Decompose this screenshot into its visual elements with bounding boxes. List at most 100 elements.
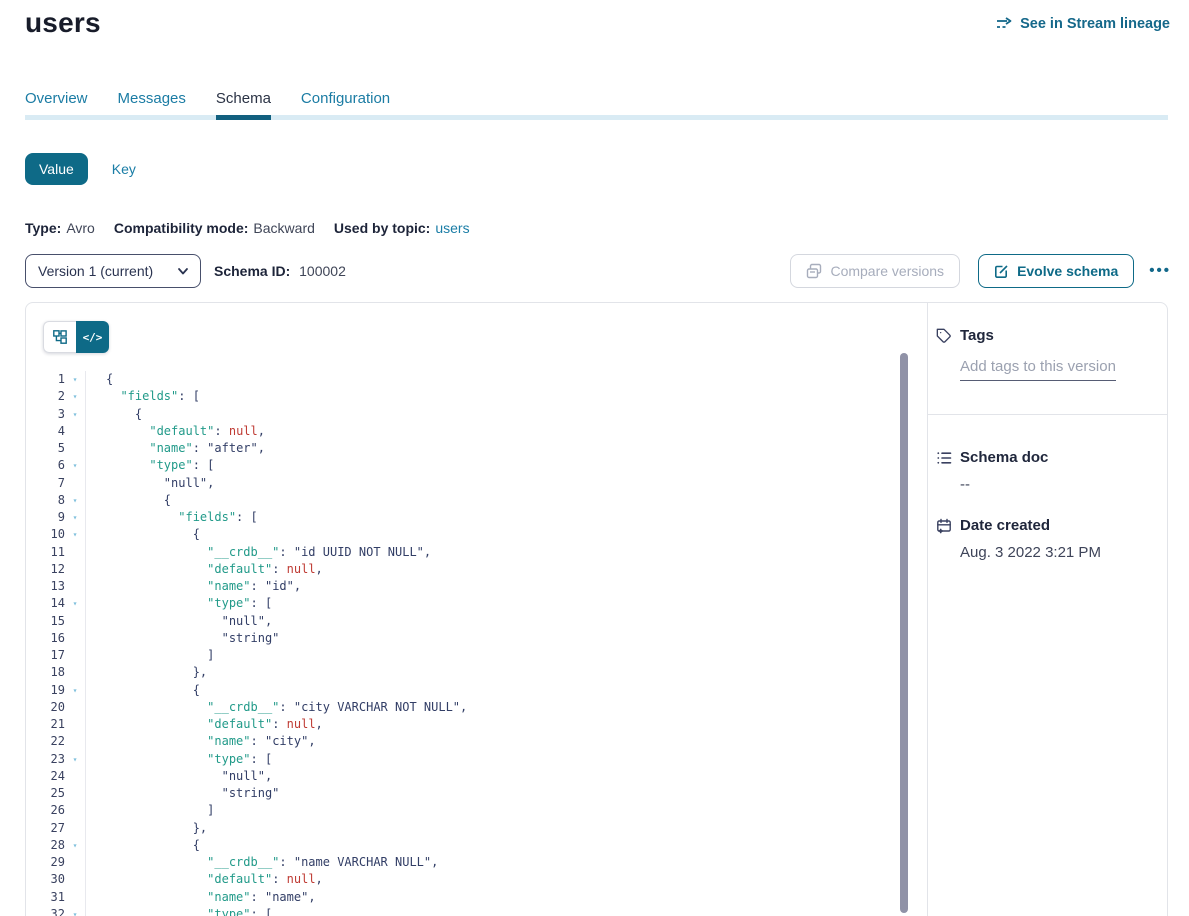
fold-arrow-icon xyxy=(65,802,85,819)
fold-arrow-icon[interactable]: ▾ xyxy=(65,371,85,388)
fold-arrow-icon[interactable]: ▾ xyxy=(65,492,85,509)
code-line: 32▾ "type": [ xyxy=(26,906,927,916)
code-line: 4 "default": null, xyxy=(26,423,927,440)
type-label: Type: xyxy=(25,220,61,236)
line-number: 23 xyxy=(26,751,65,768)
fold-arrow-icon xyxy=(65,647,85,664)
code-line: 27 }, xyxy=(26,820,927,837)
line-number: 9 xyxy=(26,509,65,526)
fold-arrow-icon[interactable]: ▾ xyxy=(65,388,85,405)
tab-bar: Overview Messages Schema Configuration xyxy=(25,90,390,127)
code-text: "__crdb__": "name VARCHAR NULL", xyxy=(85,854,927,871)
evolve-schema-button[interactable]: Evolve schema xyxy=(978,254,1134,288)
fold-arrow-icon[interactable]: ▾ xyxy=(65,457,85,474)
type-value: Avro xyxy=(66,220,95,236)
code-text: "default": null, xyxy=(85,871,927,888)
line-number: 22 xyxy=(26,733,65,750)
code-text: { xyxy=(85,837,927,854)
add-tags-input[interactable] xyxy=(960,353,1116,381)
tab-configuration[interactable]: Configuration xyxy=(301,90,390,127)
date-created-title: Date created xyxy=(960,517,1050,534)
schema-page: users See in Stream lineage Overview Mes… xyxy=(0,0,1189,916)
fold-arrow-icon[interactable]: ▾ xyxy=(65,509,85,526)
fold-arrow-icon xyxy=(65,475,85,492)
code-text: "type": [ xyxy=(85,751,927,768)
more-options-button[interactable]: ••• xyxy=(1149,254,1171,288)
fold-arrow-icon xyxy=(65,871,85,888)
code-text: "type": [ xyxy=(85,457,927,474)
fold-arrow-icon xyxy=(65,561,85,578)
fold-arrow-icon xyxy=(65,423,85,440)
line-number: 6 xyxy=(26,457,65,474)
fold-arrow-icon[interactable]: ▾ xyxy=(65,526,85,543)
code-line: 20 "__crdb__": "city VARCHAR NOT NULL", xyxy=(26,699,927,716)
code-text: "name": "after", xyxy=(85,440,927,457)
fold-arrow-icon[interactable]: ▾ xyxy=(65,682,85,699)
code-line: 29 "__crdb__": "name VARCHAR NULL", xyxy=(26,854,927,871)
fold-arrow-icon xyxy=(65,440,85,457)
fold-arrow-icon xyxy=(65,613,85,630)
code-text: { xyxy=(85,406,927,423)
code-line: 18 }, xyxy=(26,664,927,681)
fold-arrow-icon[interactable]: ▾ xyxy=(65,751,85,768)
code-text: }, xyxy=(85,820,927,837)
fold-arrow-icon xyxy=(65,664,85,681)
tab-overview[interactable]: Overview xyxy=(25,90,88,127)
line-number: 31 xyxy=(26,889,65,906)
tab-schema[interactable]: Schema xyxy=(216,90,271,127)
compatibility-label: Compatibility mode: xyxy=(114,220,249,236)
code-line: 21 "default": null, xyxy=(26,716,927,733)
line-number: 10 xyxy=(26,526,65,543)
code-text: "default": null, xyxy=(85,423,927,440)
see-in-stream-lineage-link[interactable]: See in Stream lineage xyxy=(996,16,1170,32)
fold-arrow-icon[interactable]: ▾ xyxy=(65,837,85,854)
code-line: 17 ] xyxy=(26,647,927,664)
code-text: "null", xyxy=(85,613,927,630)
line-number: 2 xyxy=(26,388,65,405)
fold-arrow-icon xyxy=(65,544,85,561)
fold-arrow-icon[interactable]: ▾ xyxy=(65,406,85,423)
version-bar: Version 1 (current) Schema ID: 100002 Co… xyxy=(25,254,1171,288)
schema-panel: </> 1▾{2▾ "fields": [3▾ {4 "default": nu… xyxy=(25,302,1168,916)
code-line: 14▾ "type": [ xyxy=(26,595,927,612)
tab-messages[interactable]: Messages xyxy=(118,90,186,127)
code-line: 24 "null", xyxy=(26,768,927,785)
tree-view-button[interactable] xyxy=(43,321,76,353)
line-number: 18 xyxy=(26,664,65,681)
compare-versions-button[interactable]: Compare versions xyxy=(790,254,960,288)
code-line: 28▾ { xyxy=(26,837,927,854)
code-line: 10▾ { xyxy=(26,526,927,543)
code-line: 25 "string" xyxy=(26,785,927,802)
line-number: 32 xyxy=(26,906,65,916)
line-number: 11 xyxy=(26,544,65,561)
tag-icon xyxy=(936,328,952,344)
key-tab-link[interactable]: Key xyxy=(112,161,136,177)
tags-section-header: Tags xyxy=(936,327,994,344)
code-line: 15 "null", xyxy=(26,613,927,630)
code-text: "name": "name", xyxy=(85,889,927,906)
topic-link[interactable]: users xyxy=(435,220,469,236)
code-text: "fields": [ xyxy=(85,509,927,526)
code-text: "string" xyxy=(85,630,927,647)
value-tab-button[interactable]: Value xyxy=(25,153,88,185)
schema-doc-section-header: Schema doc xyxy=(936,449,1048,466)
tab-track xyxy=(25,115,1168,120)
code-line: 16 "string" xyxy=(26,630,927,647)
code-line: 12 "default": null, xyxy=(26,561,927,578)
code-line: 26 ] xyxy=(26,802,927,819)
code-line: 23▾ "type": [ xyxy=(26,751,927,768)
line-number: 21 xyxy=(26,716,65,733)
line-number: 24 xyxy=(26,768,65,785)
fold-arrow-icon xyxy=(65,785,85,802)
version-select[interactable]: Version 1 (current) xyxy=(25,254,201,288)
editor-scrollbar-thumb[interactable] xyxy=(900,353,908,913)
fold-arrow-icon[interactable]: ▾ xyxy=(65,906,85,916)
code-editor[interactable]: 1▾{2▾ "fields": [3▾ {4 "default": null,5… xyxy=(26,371,927,916)
code-text: "default": null, xyxy=(85,716,927,733)
fold-arrow-icon[interactable]: ▾ xyxy=(65,595,85,612)
code-text: "null", xyxy=(85,475,927,492)
code-view-button[interactable]: </> xyxy=(76,321,109,353)
used-by-topic-label: Used by topic: xyxy=(334,220,430,236)
code-text: "type": [ xyxy=(85,906,927,916)
code-line: 3▾ { xyxy=(26,406,927,423)
